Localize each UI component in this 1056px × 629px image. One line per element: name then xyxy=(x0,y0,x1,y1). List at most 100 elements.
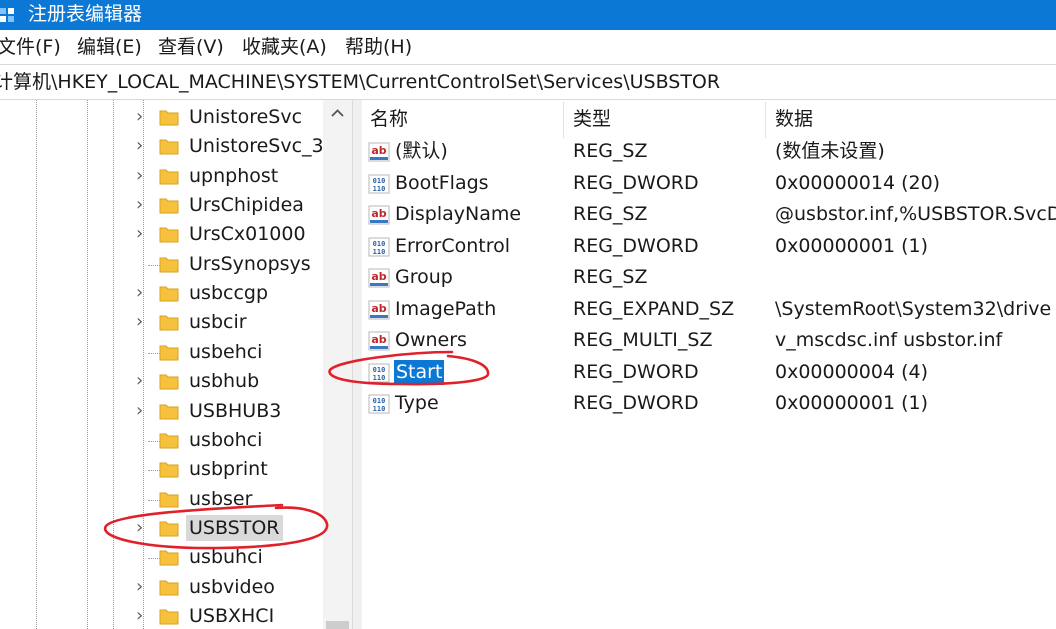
list-item[interactable]: ab ImagePath REG_EXPAND_SZ \SystemRoot\Syst… xyxy=(362,294,1056,325)
column-header-data[interactable]: 数据 xyxy=(775,105,813,133)
menu-view[interactable]: 查看(V) xyxy=(158,35,224,59)
tree-item-label: usbehci xyxy=(189,340,263,363)
tree-item-label: usbohci xyxy=(189,428,263,451)
folder-icon xyxy=(159,374,179,390)
chevron-right-icon[interactable]: › xyxy=(136,133,143,159)
list-item[interactable]: ab (默认) REG_SZ (数值未设置) xyxy=(362,136,1056,167)
value-name: ErrorControl xyxy=(395,234,510,257)
value-type: REG_MULTI_SZ xyxy=(573,329,713,351)
tree-item[interactable]: usbohci xyxy=(130,426,325,455)
list-item[interactable]: ab Group REG_SZ xyxy=(362,262,1056,293)
tree-item[interactable]: usbser xyxy=(130,485,325,514)
key-tree[interactable]: › UnistoreSvc › UnistoreSvc_3 › upnphost › UrsC… xyxy=(0,100,352,629)
svg-text:ab: ab xyxy=(371,144,386,157)
chevron-right-icon[interactable]: › xyxy=(136,515,143,541)
tree-item-label: UrsCx01000 xyxy=(189,223,306,246)
chevron-right-icon[interactable]: › xyxy=(136,574,143,600)
chevron-right-icon[interactable]: › xyxy=(136,221,143,247)
menu-help[interactable]: 帮助(H) xyxy=(345,35,412,59)
chevron-up-icon[interactable] xyxy=(329,107,346,119)
string-value-icon: ab xyxy=(368,331,390,351)
tree-item[interactable]: UrsSynopsys xyxy=(130,250,325,279)
chevron-right-icon[interactable]: › xyxy=(136,398,143,424)
list-item[interactable]: 010 110 ErrorControl REG_DWORD 0x00000001 (1… xyxy=(362,231,1056,262)
value-name: Start xyxy=(394,359,445,385)
chevron-right-icon[interactable]: › xyxy=(136,603,143,629)
string-value-icon: ab xyxy=(368,142,390,162)
tree-scrollbar[interactable] xyxy=(323,100,352,629)
chevron-right-icon[interactable]: › xyxy=(136,280,143,306)
menu-favorites[interactable]: 收藏夹(A) xyxy=(242,35,327,59)
tree-item[interactable]: › usbhub xyxy=(130,367,325,396)
column-header-name[interactable]: 名称 xyxy=(370,105,408,133)
value-name: (默认) xyxy=(395,140,448,162)
folder-icon xyxy=(159,227,179,243)
pane-splitter[interactable] xyxy=(352,100,362,629)
address-path[interactable]: 计算机\HKEY_LOCAL_MACHINE\SYSTEM\CurrentCon… xyxy=(0,70,720,94)
list-item[interactable]: 010 110 Start REG_DWORD 0x00000004 (4) xyxy=(362,357,1056,388)
tree-item[interactable]: › usbvideo xyxy=(130,573,325,602)
tree-item[interactable]: › usbccgp xyxy=(130,279,325,308)
title-bar: 注册表编辑器 xyxy=(0,0,1056,30)
chevron-right-icon[interactable]: › xyxy=(136,104,143,130)
tree-item-label: usbvideo xyxy=(189,575,275,598)
folder-icon xyxy=(159,433,179,449)
tree-item[interactable]: › UrsCx01000 xyxy=(130,220,325,249)
tree-item[interactable]: usbprint xyxy=(130,455,325,484)
value-name: Group xyxy=(395,266,453,288)
address-bar[interactable]: 计算机\HKEY_LOCAL_MACHINE\SYSTEM\CurrentCon… xyxy=(0,64,1056,100)
menu-file[interactable]: 文件(F) xyxy=(0,35,61,59)
svg-text:010: 010 xyxy=(373,397,386,405)
tree-item-label: USBXHCI xyxy=(189,604,275,627)
svg-text:ab: ab xyxy=(371,302,386,315)
tree-item[interactable]: usbuhci xyxy=(130,543,325,572)
chevron-right-icon[interactable]: › xyxy=(136,309,143,335)
tree-item[interactable]: › usbcir xyxy=(130,308,325,337)
menu-bar: 文件(F) 编辑(E) 查看(V) 收藏夹(A) 帮助(H) xyxy=(0,30,1056,64)
binary-value-icon: 010110 xyxy=(368,363,390,382)
chevron-right-icon[interactable]: › xyxy=(136,163,143,189)
tree-item[interactable]: › USBSTOR xyxy=(130,514,325,543)
tree-item[interactable]: › UnistoreSvc xyxy=(130,103,325,132)
regedit-icon xyxy=(0,8,14,22)
tree-item-label: UrsChipidea xyxy=(189,194,304,217)
tree-item[interactable]: › USBXHCI xyxy=(130,602,325,629)
value-type: REG_DWORD xyxy=(573,392,699,414)
tree-item-label: UnistoreSvc_3 xyxy=(189,135,324,158)
column-header-type[interactable]: 类型 xyxy=(573,105,611,133)
list-item[interactable]: 010 110 BootFlags REG_DWORD 0x00000014 (20) xyxy=(362,168,1056,199)
chevron-right-icon[interactable]: › xyxy=(136,368,143,394)
tree-item[interactable]: usbehci xyxy=(130,338,325,367)
tree-item-label: UnistoreSvc xyxy=(189,106,303,128)
tree-item-label: usbuhci xyxy=(189,546,263,569)
tree-item[interactable]: › USBHUB3 xyxy=(130,397,325,426)
svg-text:ab: ab xyxy=(371,270,386,283)
window-title: 注册表编辑器 xyxy=(28,3,143,25)
value-type: REG_SZ xyxy=(573,266,648,288)
folder-icon xyxy=(159,315,179,331)
tree-item-label: usbcir xyxy=(189,311,247,334)
tree-item[interactable]: › UnistoreSvc_3 xyxy=(130,132,325,161)
folder-icon xyxy=(159,609,179,625)
menu-edit[interactable]: 编辑(E) xyxy=(77,35,142,59)
list-item[interactable]: 010 110 Type REG_DWORD 0x00000001 (1) xyxy=(362,388,1056,419)
scroll-thumb[interactable] xyxy=(326,621,349,629)
value-list[interactable]: 名称 类型 数据 ab (默认) REG_SZ (数值未设置) 010 110 BootFl… xyxy=(362,100,1056,629)
value-data: (数值未设置) xyxy=(775,140,885,162)
tree-item-label: upnphost xyxy=(189,164,279,187)
tree-item[interactable]: › UrsChipidea xyxy=(130,191,325,220)
chevron-right-icon[interactable]: › xyxy=(136,192,143,218)
list-item[interactable]: ab DisplayName REG_SZ @usbstor.inf,%USBSTOR… xyxy=(362,199,1056,230)
folder-icon xyxy=(159,198,179,214)
list-item[interactable]: ab Owners REG_MULTI_SZ v_mscdsc.inf usbstor… xyxy=(362,325,1056,356)
value-type: REG_DWORD xyxy=(573,360,699,383)
string-value-icon: ab xyxy=(368,268,390,288)
svg-text:010: 010 xyxy=(373,240,386,248)
tree-item[interactable]: › upnphost xyxy=(130,162,325,191)
value-data: @usbstor.inf,%USBSTOR.SvcD xyxy=(775,203,1056,225)
tree-item-label: UrsSynopsys xyxy=(189,252,311,275)
folder-icon xyxy=(159,462,179,478)
binary-value-icon: 010110 xyxy=(368,394,390,414)
svg-text:110: 110 xyxy=(373,374,386,382)
string-value-icon: ab xyxy=(368,300,390,319)
